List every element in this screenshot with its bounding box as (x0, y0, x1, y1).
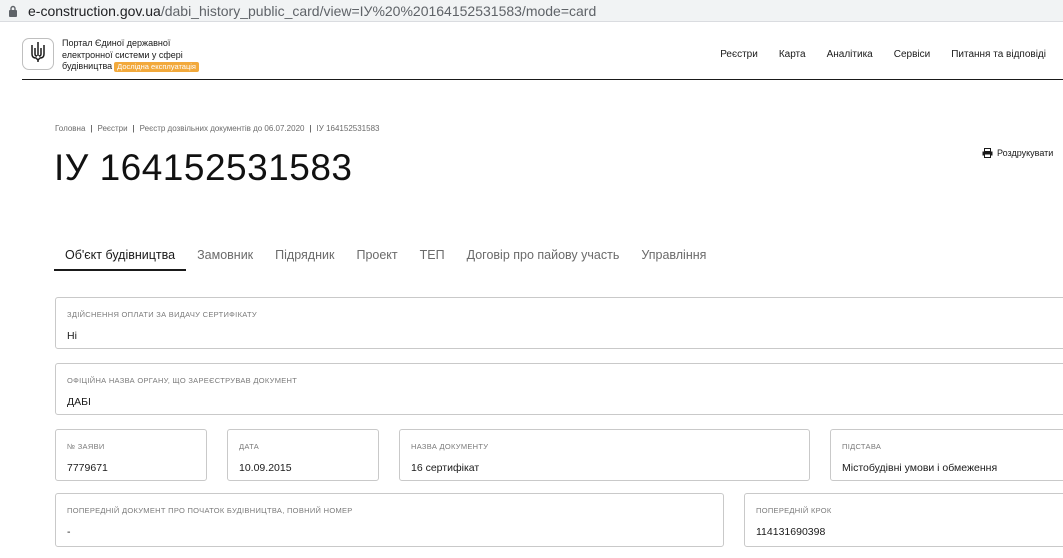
field-registering-authority: Офіційна назва органу, що зареєстрував д… (55, 363, 1063, 415)
site-logo[interactable] (22, 38, 54, 70)
nav-analytics[interactable]: Аналітика (827, 49, 873, 60)
tab-project[interactable]: Проект (345, 244, 408, 271)
breadcrumb-separator: | (132, 124, 135, 133)
field-label: Дата (239, 442, 260, 451)
field-label: Попередній крок (756, 506, 832, 515)
field-value: Містобудівні умови і обмеження (842, 462, 998, 474)
field-value: 7779671 (67, 462, 108, 474)
breadcrumb-registry[interactable]: Реєстр дозвільних документів до 06.07.20… (140, 124, 305, 133)
field-label: Підстава (842, 442, 882, 451)
field-label: Здійснення оплати за видачу сертифікату (67, 310, 257, 319)
url-path: /dabi_history_public_card/view=ІУ%20%201… (160, 2, 597, 19)
field-certificate-payment: Здійснення оплати за видачу сертифікату … (55, 297, 1063, 349)
page-title: ІУ 164152531583 (54, 147, 353, 188)
field-date: Дата 10.09.2015 (227, 429, 379, 481)
field-label: Назва документу (411, 442, 489, 451)
field-value: - (67, 526, 71, 538)
breadcrumb: Головна | Реєстри | Реєстр дозвільних до… (55, 124, 379, 133)
breadcrumb-registries[interactable]: Реєстри (97, 124, 127, 133)
tab-management[interactable]: Управління (630, 244, 717, 271)
browser-url-bar[interactable]: e-construction.gov.ua/dabi_history_publi… (0, 0, 1063, 22)
field-document-name: Назва документу 16 сертифікат (399, 429, 810, 481)
field-value: 16 сертифікат (411, 462, 480, 474)
tab-customer[interactable]: Замовник (186, 244, 264, 271)
field-previous-document: Попередній документ про початок будівниц… (55, 493, 724, 547)
nav-faq[interactable]: Питання та відповіді (951, 49, 1046, 60)
nav-registries[interactable]: Реєстри (720, 49, 758, 60)
nav-services[interactable]: Сервіси (894, 49, 930, 60)
field-previous-step: Попередній крок 114131690398 (744, 493, 1063, 547)
breadcrumb-separator: | (309, 124, 312, 133)
field-value[interactable]: 114131690398 (756, 526, 825, 538)
tab-equity-agreement[interactable]: Договір про пайову участь (456, 244, 631, 271)
site-header: Портал Єдиної державної електронної сист… (22, 36, 1063, 80)
field-value: ДАБІ (67, 396, 91, 408)
tab-contractor[interactable]: Підрядник (264, 244, 345, 271)
print-button[interactable]: Роздрукувати (982, 148, 1053, 158)
field-application-number: № заяви 7779671 (55, 429, 207, 481)
tab-tep[interactable]: ТЕП (409, 244, 456, 271)
nav-map[interactable]: Карта (779, 49, 806, 60)
field-label: Попередній документ про початок будівниц… (67, 506, 353, 515)
site-name: Портал Єдиної державної електронної сист… (62, 38, 222, 73)
printer-icon (982, 148, 993, 158)
field-label: № заяви (67, 442, 105, 451)
site-name-line3: будівництва (62, 61, 113, 71)
lock-icon (8, 5, 18, 17)
beta-badge: Дослідна експлуатація (114, 62, 199, 72)
site-name-line2: електронної системи у сфері (62, 49, 183, 60)
field-basis: Підстава Містобудівні умови і обмеження (830, 429, 1063, 481)
breadcrumb-home[interactable]: Головна (55, 124, 85, 133)
tab-construction-object[interactable]: Об'єкт будівництва (54, 244, 187, 271)
breadcrumb-current: ІУ 164152531583 (316, 124, 380, 133)
field-value: Ні (67, 330, 77, 342)
breadcrumb-separator: | (90, 124, 93, 133)
site-name-line1: Портал Єдиної державної (62, 38, 171, 48)
trident-icon (30, 41, 46, 68)
main-nav: Реєстри Карта Аналітика Сервіси Питання … (699, 49, 1046, 60)
url-domain: e-construction.gov.ua (28, 2, 161, 19)
field-value: 10.09.2015 (239, 462, 292, 474)
field-label: Офіційна назва органу, що зареєстрував д… (67, 376, 298, 385)
print-label: Роздрукувати (997, 148, 1054, 158)
tab-bar: Об'єкт будівництва Замовник Підрядник Пр… (54, 244, 717, 271)
